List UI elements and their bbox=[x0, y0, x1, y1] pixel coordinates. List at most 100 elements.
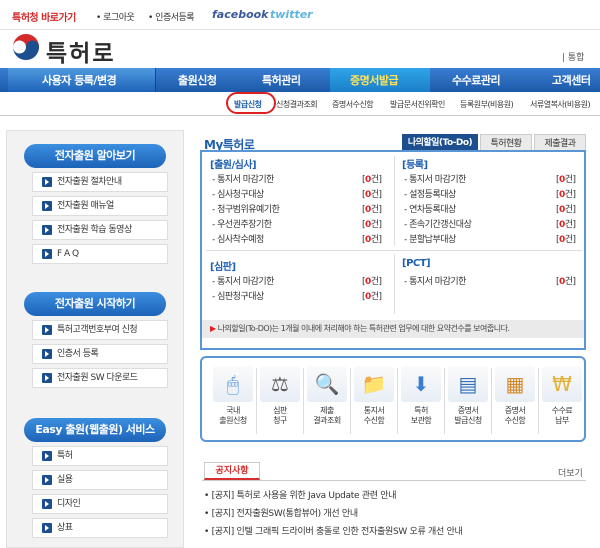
notice-tab[interactable]: 공지사항 bbox=[204, 462, 260, 480]
quick-icon-label: 증명서 bbox=[457, 406, 479, 415]
gnb-item-certificate[interactable]: 증명서발급 bbox=[350, 72, 399, 88]
section-title-about[interactable]: 전자출원 알아보기 bbox=[24, 144, 166, 168]
section-title-easy[interactable]: Easy 출원(웹출원) 서비스 bbox=[24, 418, 166, 442]
count-bracket-close: 건] bbox=[564, 175, 576, 185]
certificate-register-link[interactable]: • 인증서등록 bbox=[148, 10, 195, 23]
icon-separator bbox=[397, 368, 398, 434]
section-title-start[interactable]: 전자출원 시작하기 bbox=[24, 292, 166, 316]
mouse-icon: 🖱 bbox=[213, 366, 253, 402]
quick-icon-0[interactable]: 🖱 국내 출원신청 bbox=[210, 366, 256, 426]
quick-icon-label: 출원신청 bbox=[219, 416, 247, 425]
subnav-request-result[interactable]: 신청결과조회 bbox=[276, 99, 318, 110]
quick-icon-4[interactable]: ⬇ 특허 보관함 bbox=[398, 366, 444, 426]
todo-row-count[interactable]: [0건] bbox=[556, 172, 576, 185]
gavel-icon: ⚖ bbox=[260, 366, 300, 402]
taegeuk-logo-icon bbox=[12, 33, 40, 61]
certificate-icon: ▤ bbox=[448, 366, 488, 402]
quick-icon-label: 특허 bbox=[414, 406, 428, 415]
logo-text: 특허로 bbox=[46, 40, 116, 67]
todo-row-count[interactable]: [0건] bbox=[556, 217, 576, 230]
quick-icon-7[interactable]: ₩ 수수료 납부 bbox=[539, 366, 585, 426]
todo-row-count[interactable]: [0건] bbox=[362, 187, 382, 200]
icon-separator bbox=[491, 368, 492, 434]
subnav-document-verify[interactable]: 발급문서진위확인 bbox=[390, 99, 445, 110]
divider bbox=[394, 254, 395, 314]
left-item-procedure[interactable]: 전자출원 절차안내 bbox=[32, 172, 168, 192]
quick-icon-label: 국내 bbox=[226, 406, 240, 415]
todo-row-count[interactable]: [0건] bbox=[556, 202, 576, 215]
quick-icon-label: 통지서 bbox=[363, 406, 385, 415]
quick-icon-label: 결과조회 bbox=[313, 416, 341, 425]
subnav-certificate-inbox[interactable]: 증명서수신함 bbox=[332, 99, 374, 110]
left-item-sw-download[interactable]: 전자출원 SW 다운로드 bbox=[32, 368, 168, 388]
left-item-design[interactable]: 디자인 bbox=[32, 494, 168, 514]
bullet-icon bbox=[42, 349, 52, 359]
left-item-manual[interactable]: 전자출원 매뉴얼 bbox=[32, 196, 168, 216]
icon-separator bbox=[303, 368, 304, 434]
gnb-item-patent-management[interactable]: 특허관리 bbox=[262, 72, 301, 88]
bullet-icon bbox=[42, 177, 52, 187]
icon-separator bbox=[444, 368, 445, 434]
more-link[interactable]: 더보기 bbox=[558, 466, 583, 479]
folder-icon: 📁 bbox=[354, 366, 394, 402]
twitter-link[interactable]: twitter bbox=[270, 8, 313, 21]
todo-row-count[interactable]: [0건] bbox=[362, 202, 382, 215]
count-bracket-close: 건] bbox=[564, 205, 576, 215]
left-item-label: 전자출원 학습 동영상 bbox=[57, 225, 132, 235]
todo-row-label: - 설정등록대상 bbox=[404, 190, 456, 200]
gnb-item-user-register[interactable]: 사용자 등록/변경 bbox=[42, 72, 117, 88]
facebook-link[interactable]: facebook bbox=[212, 8, 269, 21]
subnav-copy-document[interactable]: 서류열복사(비용원) bbox=[530, 99, 591, 110]
left-item-label: F A Q bbox=[57, 249, 79, 259]
bullet-icon bbox=[42, 475, 52, 485]
gnb-item-fee-management[interactable]: 수수료관리 bbox=[452, 72, 501, 88]
todo-row-count[interactable]: [0건] bbox=[362, 274, 382, 287]
left-item-trademark[interactable]: 상표 bbox=[32, 518, 168, 538]
todo-notice-text: 나의할일(To-DO)는 1개월 이내에 처리해야 하는 특허관련 업무에 대한… bbox=[217, 324, 510, 333]
subnav-issue-request[interactable]: 발급신청 bbox=[234, 99, 262, 110]
left-item-customer-number[interactable]: 특허고객번호부여 신청 bbox=[32, 320, 168, 340]
quick-icon-2[interactable]: 🔍 제출 결과조회 bbox=[304, 366, 350, 426]
quick-icon-1[interactable]: ⚖ 심판 청구 bbox=[257, 366, 303, 426]
calendar-icon: ▦ bbox=[495, 366, 535, 402]
left-item-cert-register[interactable]: 인증서 등록 bbox=[32, 344, 168, 364]
logout-link[interactable]: • 로그아웃 bbox=[96, 10, 135, 23]
download-box-icon: ⬇ bbox=[401, 366, 441, 402]
quick-icon-6[interactable]: ▦ 증명서 수신함 bbox=[492, 366, 538, 426]
todo-row-count[interactable]: [0건] bbox=[556, 232, 576, 245]
todo-row-count[interactable]: [0건] bbox=[362, 232, 382, 245]
notice-item[interactable]: • [공지] 인텔 그래픽 드라이버 충돌로 인한 전자출원SW 오류 개선 안… bbox=[204, 524, 463, 537]
notice-item[interactable]: • [공지] 전자출원SW(통합뷰어) 개선 안내 bbox=[204, 506, 358, 519]
total-search-link[interactable]: | 통합 bbox=[562, 50, 584, 63]
count-bracket-close: 건] bbox=[370, 220, 382, 230]
bullet-icon bbox=[42, 499, 52, 509]
bullet-icon bbox=[42, 249, 52, 259]
quick-icon-label: 심판 bbox=[273, 406, 287, 415]
todo-row-count[interactable]: [0건] bbox=[362, 217, 382, 230]
left-item-video[interactable]: 전자출원 학습 동영상 bbox=[32, 220, 168, 240]
section-registration-title: [등록] bbox=[402, 160, 428, 171]
todo-row-count[interactable]: [0건] bbox=[362, 289, 382, 302]
todo-row-label: - 연차등록대상 bbox=[404, 205, 456, 215]
divider bbox=[206, 250, 582, 251]
kipo-shortcut-link[interactable]: 특허청 바로가기 bbox=[12, 9, 76, 24]
left-item-utility[interactable]: 실용 bbox=[32, 470, 168, 490]
subnav-register-original[interactable]: 등록원부(비용원) bbox=[460, 99, 514, 110]
left-item-label: 전자출원 매뉴얼 bbox=[57, 201, 114, 211]
bullet-icon bbox=[42, 523, 52, 533]
todo-row-count[interactable]: [0건] bbox=[556, 274, 576, 287]
todo-row-count[interactable]: [0건] bbox=[362, 172, 382, 185]
gnb-item-application[interactable]: 출원신청 bbox=[178, 72, 217, 88]
notice-item[interactable]: • [공지] 특허로 사용을 위한 Java Update 관련 안내 bbox=[204, 488, 397, 501]
left-item-faq[interactable]: F A Q bbox=[32, 244, 168, 264]
todo-row-label: - 심사착수예정 bbox=[212, 235, 264, 245]
quick-icon-3[interactable]: 📁 통지서 수신함 bbox=[351, 366, 397, 426]
quick-icon-label: 납부 bbox=[555, 416, 569, 425]
left-item-patent[interactable]: 특허 bbox=[32, 446, 168, 466]
icon-separator bbox=[350, 368, 351, 434]
count-bracket-close: 건] bbox=[370, 292, 382, 302]
gnb-item-customer-center[interactable]: 고객센터 bbox=[552, 72, 591, 88]
todo-row-count[interactable]: [0건] bbox=[556, 187, 576, 200]
todo-row-label: - 심사청구대상 bbox=[212, 190, 264, 200]
quick-icon-5[interactable]: ▤ 증명서 발급신청 bbox=[445, 366, 491, 426]
